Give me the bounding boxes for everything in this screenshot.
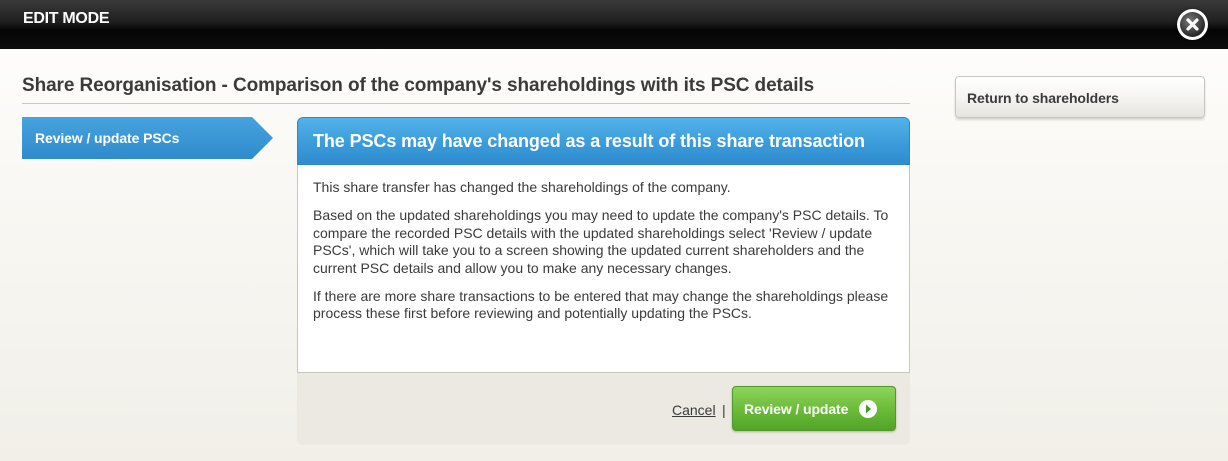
return-button-label: Return to shareholders xyxy=(967,90,1119,106)
step-tab-label: Review / update PSCs xyxy=(35,130,180,146)
close-x-glyph xyxy=(1186,18,1199,31)
panel-heading: The PSCs may have changed as a result of… xyxy=(313,131,865,151)
panel-paragraph: If there are more share transactions to … xyxy=(313,288,889,322)
panel-footer: Cancel | Review / update xyxy=(297,373,910,445)
cancel-link[interactable]: Cancel xyxy=(672,402,716,418)
edit-mode-bar: EDIT MODE xyxy=(0,0,1228,49)
panel-paragraph: This share transfer has changed the shar… xyxy=(313,179,731,195)
step-tab-review-update-pscs[interactable]: Review / update PSCs xyxy=(22,117,273,159)
psc-notice-panel: The PSCs may have changed as a result of… xyxy=(297,117,910,445)
panel-body: This share transfer has changed the shar… xyxy=(297,165,910,373)
edit-mode-title: EDIT MODE xyxy=(23,10,110,27)
arrow-right-circle-icon xyxy=(859,400,877,418)
review-update-button[interactable]: Review / update xyxy=(732,386,896,431)
link-separator: | xyxy=(722,402,726,418)
panel-paragraph: Based on the updated shareholdings you m… xyxy=(313,207,889,276)
review-update-label: Review / update xyxy=(744,401,849,417)
page-title: Share Reorganisation - Comparison of the… xyxy=(22,75,815,96)
close-button[interactable] xyxy=(1177,9,1208,40)
return-to-shareholders-button[interactable]: Return to shareholders xyxy=(955,76,1205,118)
panel-header: The PSCs may have changed as a result of… xyxy=(297,117,910,165)
title-divider xyxy=(22,103,910,104)
